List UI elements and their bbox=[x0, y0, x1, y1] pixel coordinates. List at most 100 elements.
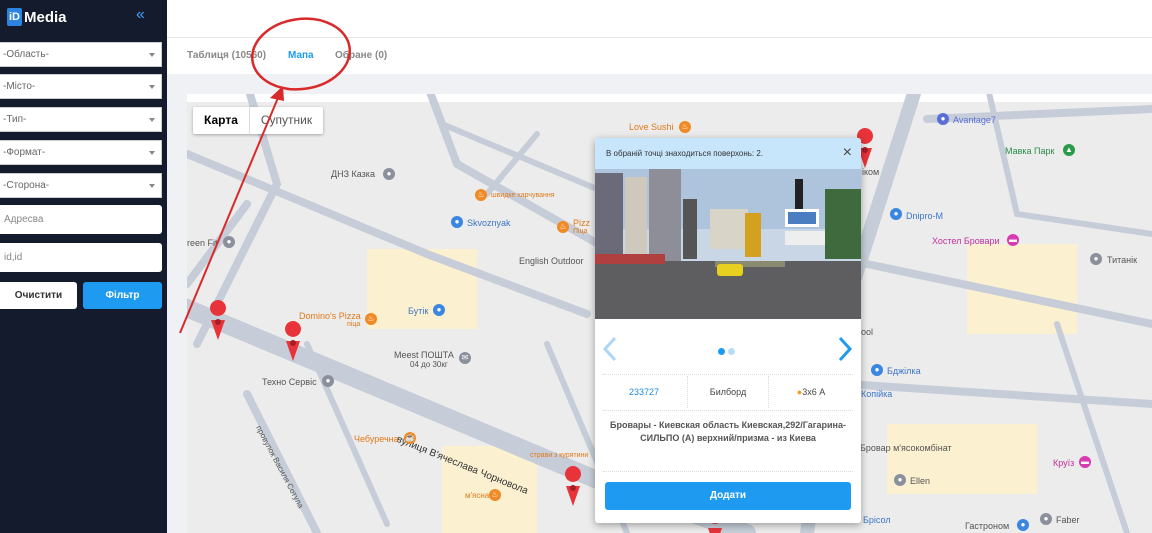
chevron-down-icon bbox=[149, 85, 155, 89]
tab-favorites[interactable]: Обране (0) bbox=[335, 50, 387, 61]
billboard-photo[interactable] bbox=[595, 169, 861, 319]
side-select[interactable]: -Сторона- bbox=[0, 173, 162, 198]
address-input[interactable]: Адресва bbox=[0, 205, 162, 234]
park-icon: ▲ bbox=[1063, 144, 1075, 156]
map-label-dnz: ДНЗ Казка bbox=[331, 169, 375, 179]
chevron-left-icon[interactable] bbox=[602, 336, 618, 362]
carousel-dots bbox=[718, 348, 738, 355]
side-select-value: -Сторона- bbox=[3, 180, 50, 191]
map-label-gastronom: Гастроном bbox=[965, 521, 1010, 531]
carousel-dot-active[interactable] bbox=[718, 348, 725, 355]
close-icon[interactable]: × bbox=[843, 144, 852, 162]
shop-icon: ● bbox=[937, 113, 949, 125]
school-icon: ● bbox=[383, 168, 395, 180]
map-label-meest-sub: 04 до 30кг bbox=[410, 360, 448, 369]
map-label-titanik: Титанік bbox=[1107, 255, 1138, 265]
shop-icon: ● bbox=[871, 364, 883, 376]
type-select-value: -Тип- bbox=[3, 114, 27, 125]
map-label-green-fit: reen Fit bbox=[187, 238, 218, 248]
region-select-value: -Область- bbox=[3, 49, 49, 60]
region-select[interactable]: -Область- bbox=[0, 42, 162, 67]
shop-icon: ● bbox=[433, 304, 445, 316]
restaurant-icon: ♨ bbox=[475, 189, 487, 201]
hotel-icon: ▬ bbox=[1007, 234, 1019, 246]
map-label-avantage: Avantage7 bbox=[953, 115, 996, 125]
map-label-hostel: Хостел Бровари bbox=[932, 236, 1000, 246]
shop-icon: ● bbox=[451, 216, 463, 228]
carousel-dot[interactable] bbox=[728, 348, 735, 355]
map-label-myasna: м'ясна bbox=[465, 491, 490, 500]
map-label-pizza-sub: Піца bbox=[573, 228, 588, 235]
chevron-down-icon bbox=[149, 53, 155, 57]
logo-badge: iD bbox=[7, 8, 22, 26]
map-label-mavka: Мавка Парк bbox=[1005, 146, 1055, 156]
surface-size-value: 3х6 А bbox=[802, 387, 826, 397]
chevron-down-icon bbox=[149, 184, 155, 188]
map-label-skvoznyak: Skvoznyak bbox=[467, 218, 511, 228]
map-type-toggle: Карта Супутник bbox=[193, 107, 324, 134]
restaurant-icon: ♨ bbox=[365, 313, 377, 325]
format-select-value: -Формат- bbox=[3, 147, 46, 158]
shop-icon: ▬ bbox=[1079, 456, 1091, 468]
filter-button[interactable]: Фільтр bbox=[83, 282, 162, 309]
map-label-kruiz: Круїз bbox=[1053, 458, 1075, 468]
map-label-kopiyka: Копійка bbox=[861, 389, 893, 399]
place-icon: ● bbox=[1090, 253, 1102, 265]
map-label-myaso: Бровар м'ясокомбінат bbox=[860, 443, 952, 453]
surface-id[interactable]: 233727 bbox=[615, 376, 673, 408]
tab-map[interactable]: Мапа bbox=[288, 50, 314, 61]
map-type-map-button[interactable]: Карта bbox=[193, 107, 249, 134]
surface-type: Билборд bbox=[687, 376, 769, 408]
city-select[interactable]: -Місто- bbox=[0, 74, 162, 99]
sidebar: iD Media « -Область- -Місто- -Тип- -Форм… bbox=[0, 0, 167, 533]
chevron-down-icon bbox=[149, 151, 155, 155]
tabs-bar: Таблиця (10560) Мапа Обране (0) bbox=[167, 38, 1152, 74]
popup-header: В обраній точці знаходиться поверхонь: 2… bbox=[595, 138, 861, 169]
surface-info-popup: В обраній точці знаходиться поверхонь: 2… bbox=[595, 138, 861, 523]
map-label-strava: страви з курятини bbox=[530, 452, 589, 459]
map-label-chebur: Чебуречна bbox=[354, 434, 399, 444]
shop-icon: ● bbox=[1017, 519, 1029, 531]
map-label-bdzhilka: Бджілка bbox=[887, 366, 921, 376]
chevron-down-icon bbox=[149, 118, 155, 122]
divider bbox=[603, 410, 853, 411]
place-icon: ● bbox=[1040, 513, 1052, 525]
top-bar bbox=[167, 0, 1152, 38]
restaurant-icon: ♨ bbox=[489, 489, 501, 501]
map-label-dnipro: Dnipro-M bbox=[906, 211, 944, 221]
logo-text: Media bbox=[24, 8, 67, 26]
place-icon: ● bbox=[322, 375, 334, 387]
shop-icon: ● bbox=[890, 208, 902, 220]
map-label-meest: Meest ПОШТА bbox=[394, 350, 454, 360]
cafe-icon: ☕ bbox=[404, 432, 416, 444]
place-icon: ● bbox=[894, 474, 906, 486]
restaurant-icon: ♨ bbox=[557, 221, 569, 233]
map-label-butik: Бутік bbox=[408, 306, 429, 316]
map-label-english: English Outdoor bbox=[519, 256, 584, 266]
city-select-value: -Місто- bbox=[3, 81, 36, 92]
map-label-tehno: Техно Сервіс bbox=[262, 377, 317, 387]
map-label-lyktom: іком bbox=[862, 167, 880, 177]
type-select[interactable]: -Тип- bbox=[0, 107, 162, 132]
format-select[interactable]: -Формат- bbox=[0, 140, 162, 165]
divider bbox=[603, 471, 853, 472]
surface-address: Бровары - Киевская область Киевская,292/… bbox=[609, 420, 846, 443]
map-label-pool: ool bbox=[861, 327, 874, 337]
add-button[interactable]: Додати bbox=[605, 482, 851, 510]
map-label-fastfood: швидке харчування bbox=[491, 192, 555, 199]
map-label-dominos: Domino's Pizza bbox=[299, 311, 361, 321]
collapse-sidebar-icon[interactable]: « bbox=[136, 6, 145, 24]
post-icon: ✉ bbox=[459, 352, 471, 364]
divider bbox=[603, 374, 853, 375]
surface-size: ●3х6 А bbox=[781, 376, 841, 408]
chevron-right-icon[interactable] bbox=[837, 336, 853, 362]
logo[interactable]: iD Media bbox=[7, 7, 67, 27]
id-input[interactable]: id,id bbox=[0, 243, 162, 272]
map-label-brisol: Брісол bbox=[863, 515, 891, 525]
tab-table[interactable]: Таблиця (10560) bbox=[187, 50, 266, 61]
clear-button[interactable]: Очистити bbox=[0, 282, 77, 309]
map-type-satellite-button[interactable]: Супутник bbox=[248, 107, 323, 134]
map-label-pizza: Pizz bbox=[573, 218, 591, 228]
map-label-faber: Faber bbox=[1056, 515, 1080, 525]
place-icon: ● bbox=[223, 236, 235, 248]
